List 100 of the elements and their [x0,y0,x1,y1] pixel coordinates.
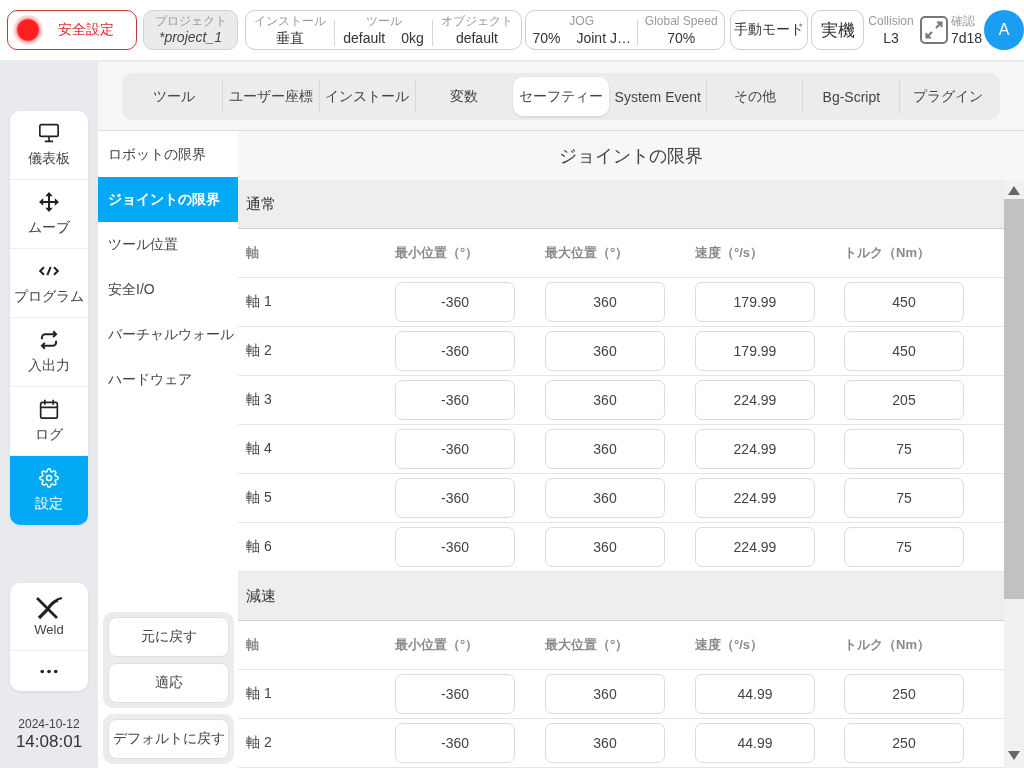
value-field[interactable]: 224.99 [695,527,815,567]
nav-item[interactable]: プログラム [10,249,88,318]
value-field[interactable]: 179.99 [695,331,815,371]
value-field[interactable]: 224.99 [695,478,815,518]
value-field[interactable]: -360 [395,527,515,567]
tab[interactable]: Bg-Script [803,77,900,116]
alarm-dot-icon [12,14,44,46]
calendar-icon [39,398,59,419]
column-header: 最小位置（°） [395,244,480,262]
submenu-item[interactable]: ハードウェア [98,357,238,402]
nav-item[interactable]: ムーブ [10,180,88,249]
value-field[interactable]: 250 [844,723,964,763]
project-name: *project_1 [158,29,222,46]
submenu-item[interactable]: 安全I/O [98,267,238,312]
submenu-item[interactable]: バーチャルウォール [98,312,238,357]
value-field[interactable]: 250 [844,674,964,714]
value-field[interactable]: -360 [395,478,515,518]
value-field[interactable]: 44.99 [695,723,815,763]
tab[interactable]: セーフティー [513,77,609,116]
value-field[interactable]: 450 [844,331,964,371]
axis-label: 軸 3 [245,391,273,409]
status-label: オブジェクト [440,13,513,28]
tab[interactable]: ツール [126,77,222,116]
submenu-item[interactable]: ツール位置 [98,222,238,267]
column-header: 軸 [245,636,260,654]
axis-label: 軸 2 [245,734,273,752]
value-field[interactable]: 360 [545,380,665,420]
column-header: トルク（Nm） [844,636,931,654]
value-field[interactable]: 44.99 [695,674,815,714]
tab[interactable]: 変数 [416,77,513,116]
section-header: 減速 [238,572,1004,621]
status-label: JOG [569,13,595,28]
value-field[interactable]: -360 [395,674,515,714]
scroll-up-icon[interactable] [1008,186,1020,195]
value-field[interactable]: 360 [545,282,665,322]
section-header: 通常 [238,180,1004,229]
value-field[interactable]: 450 [844,282,964,322]
value-field[interactable]: 360 [545,478,665,518]
tab[interactable]: その他 [706,77,803,116]
submenu-item[interactable]: ロボットの限界 [98,132,238,177]
safety-settings-button[interactable]: 安全設定 [7,10,137,50]
nav-item[interactable]: 入出力 [10,318,88,387]
more-icon [40,668,58,674]
value-field[interactable]: -360 [395,331,515,371]
status-label: インストール [254,13,327,28]
value-field[interactable]: 360 [545,674,665,714]
scroll-down-icon[interactable] [1008,751,1020,760]
collision-label: Collision [868,13,914,28]
page-title: ジョイントの限界 [558,144,704,168]
column-header: 最大位置（°） [545,636,630,654]
installation-panel[interactable]: インストール 垂直 ツール default 0kg オブジェクト default [245,10,522,50]
tab[interactable]: インストール [319,77,416,116]
value-field[interactable]: -360 [395,723,515,763]
value-field[interactable]: -360 [395,429,515,469]
value-field[interactable]: 75 [844,429,964,469]
restore-defaults-button[interactable]: デフォルトに戻す [108,719,229,759]
status-label: ツール [365,13,402,28]
apply-button[interactable]: 適応 [108,663,229,703]
status-value: 0kg [401,29,424,47]
value-field[interactable]: 75 [844,527,964,567]
column-header: 速度（°/s） [695,636,765,654]
value-field[interactable]: 360 [545,527,665,567]
project-label: プロジェクト [154,14,227,28]
value-field[interactable]: 224.99 [695,380,815,420]
mode-button[interactable]: 実機 [811,10,864,50]
project-indicator[interactable]: プロジェクト *project_1 [143,10,238,50]
scrollbar-thumb[interactable] [1004,199,1024,599]
value-field[interactable]: 179.99 [695,282,815,322]
axis-label: 軸 4 [245,440,273,458]
tab[interactable]: プラグイン [900,77,997,116]
repeat-icon [39,329,59,350]
nav-item[interactable]: 儀表板 [10,111,88,180]
column-header: トルク（Nm） [844,244,931,262]
welding-torch-icon [35,596,63,620]
tab[interactable]: ユーザー座標 [222,77,319,116]
axis-label: 軸 2 [245,342,273,360]
value-field[interactable]: 205 [844,380,964,420]
value-field[interactable]: 75 [844,478,964,518]
status-value: default [343,29,386,47]
value-field[interactable]: -360 [395,380,515,420]
confirm-label: 確認 [951,13,976,28]
code-icon [39,265,59,276]
revert-button[interactable]: 元に戻す [108,617,229,657]
value-field[interactable]: 360 [545,429,665,469]
value-field[interactable]: -360 [395,282,515,322]
mode-button[interactable]: 手動モード [730,10,808,50]
value-field[interactable]: 360 [545,331,665,371]
clock-time: 14:08:01 [15,732,83,752]
weld-button[interactable]: Weld [10,583,88,651]
motion-panel[interactable]: JOG 70% Joint J… Global Speed 70% [525,10,725,50]
tab[interactable]: System Event [609,77,706,116]
status-value: 70% [667,29,696,47]
monitor-icon [39,122,59,143]
column-header: 軸 [245,244,260,262]
value-field[interactable]: 224.99 [695,429,815,469]
expand-icon[interactable] [920,16,948,44]
value-field[interactable]: 360 [545,723,665,763]
move-arrows-icon [39,191,59,212]
scrollbar[interactable] [1004,180,1024,768]
column-header: 速度（°/s） [695,244,765,262]
